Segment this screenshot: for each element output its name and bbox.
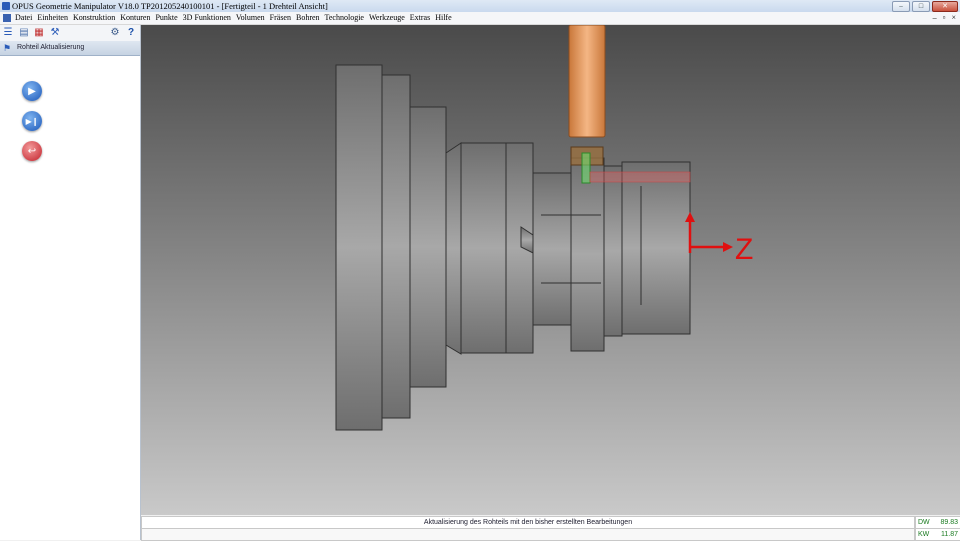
- z-axis-indicator: Z: [685, 212, 753, 266]
- status-secondary: [141, 528, 915, 541]
- part-ring: [570, 157, 605, 352]
- axis-z-label: Z: [735, 233, 753, 266]
- part-body: [460, 142, 507, 354]
- mdi-controls: – ▫ ×: [933, 12, 956, 24]
- menu-bar: Datei Einheiten Konstruktion Konturen Punkte…: [0, 12, 960, 25]
- panel-toolbar: ☰ ▤ ▦ ⚒ ⚙ ?: [0, 25, 140, 41]
- tool-path: [589, 171, 691, 183]
- play-button[interactable]: ▶: [22, 81, 42, 101]
- left-panel: ☰ ▤ ▦ ⚒ ⚙ ? ⚑ Rohteil Aktualisierung ▶ ▶…: [0, 25, 141, 540]
- menu-item-punkte[interactable]: Punkte: [155, 12, 177, 24]
- part-groove: [532, 172, 572, 326]
- kw-readout: KW 11.87: [915, 528, 960, 541]
- window-controls: – □ ✕: [892, 0, 958, 12]
- status-bar: Aktualisierung des Rohteils mit den bish…: [141, 516, 960, 541]
- menu-item-3d-funktionen[interactable]: 3D Funktionen: [183, 12, 231, 24]
- mdi-close-button[interactable]: ×: [951, 12, 956, 24]
- colors-icon[interactable]: ▦: [33, 27, 45, 39]
- cutting-tool: [568, 25, 691, 184]
- kw-value: 11.87: [941, 531, 958, 538]
- mdi-minimize-button[interactable]: –: [933, 12, 937, 24]
- exit-icon: ↩: [27, 145, 37, 157]
- part-shoulder: [409, 106, 447, 388]
- mdi-restore-button[interactable]: ▫: [943, 12, 946, 24]
- maximize-button[interactable]: □: [912, 1, 930, 12]
- exit-button[interactable]: ↩: [22, 141, 42, 161]
- menu-item-konstruktion[interactable]: Konstruktion: [73, 12, 115, 24]
- turned-part: [335, 64, 691, 431]
- kw-label: KW: [918, 531, 930, 538]
- menu-item-volumen[interactable]: Volumen: [236, 12, 265, 24]
- menu-item-extras[interactable]: Extras: [410, 12, 430, 24]
- menu-item-datei[interactable]: Datei: [15, 12, 32, 24]
- tools-icon[interactable]: ⚒: [49, 27, 61, 39]
- document-icon[interactable]: [3, 14, 11, 22]
- tree-view-icon[interactable]: ☰: [2, 27, 14, 39]
- play-icon: ▶: [28, 85, 36, 97]
- part-neck: [603, 165, 623, 337]
- stock-update-icon: ⚑: [3, 43, 12, 53]
- title-bar: OPUS Geometrie Manipulator V18.0 TP20120…: [0, 0, 960, 12]
- menu-item-hilfe[interactable]: Hilfe: [435, 12, 451, 24]
- menu-item-bohren[interactable]: Bohren: [296, 12, 320, 24]
- menu-items: Datei Einheiten Konstruktion Konturen Punkte…: [15, 12, 452, 24]
- panel-header: ⚑ Rohteil Aktualisierung: [0, 41, 140, 56]
- settings-icon[interactable]: ⚙: [109, 27, 121, 39]
- dw-label: DW: [918, 519, 930, 526]
- menu-item-werkzeuge[interactable]: Werkzeuge: [369, 12, 405, 24]
- minimize-button[interactable]: –: [892, 1, 910, 12]
- panel-title: Rohteil Aktualisierung: [17, 44, 85, 51]
- help-icon[interactable]: ?: [125, 27, 137, 39]
- turned-part-view: Z: [335, 25, 753, 431]
- part-end: [621, 161, 691, 335]
- layers-icon[interactable]: ▤: [18, 27, 30, 39]
- menu-item-fräsen[interactable]: Fräsen: [270, 12, 291, 24]
- part-chamfer: [445, 142, 462, 355]
- close-button[interactable]: ✕: [932, 1, 958, 12]
- 3d-viewport[interactable]: Z: [141, 25, 960, 515]
- menu-item-einheiten[interactable]: Einheiten: [37, 12, 68, 24]
- window-title: OPUS Geometrie Manipulator V18.0 TP20120…: [12, 1, 328, 11]
- menu-item-konturen[interactable]: Konturen: [120, 12, 150, 24]
- part-collar: [381, 74, 411, 419]
- part-flange: [335, 64, 383, 431]
- app-icon: [2, 2, 10, 10]
- axis-z-arrow: [723, 242, 733, 252]
- tool-insert: [581, 152, 591, 184]
- step-icon: ▶❙: [25, 116, 39, 126]
- menu-item-technologie[interactable]: Technologie: [325, 12, 364, 24]
- dw-value: 89.83: [940, 519, 958, 526]
- step-button[interactable]: ▶❙: [22, 111, 42, 131]
- tool-shank: [568, 25, 606, 138]
